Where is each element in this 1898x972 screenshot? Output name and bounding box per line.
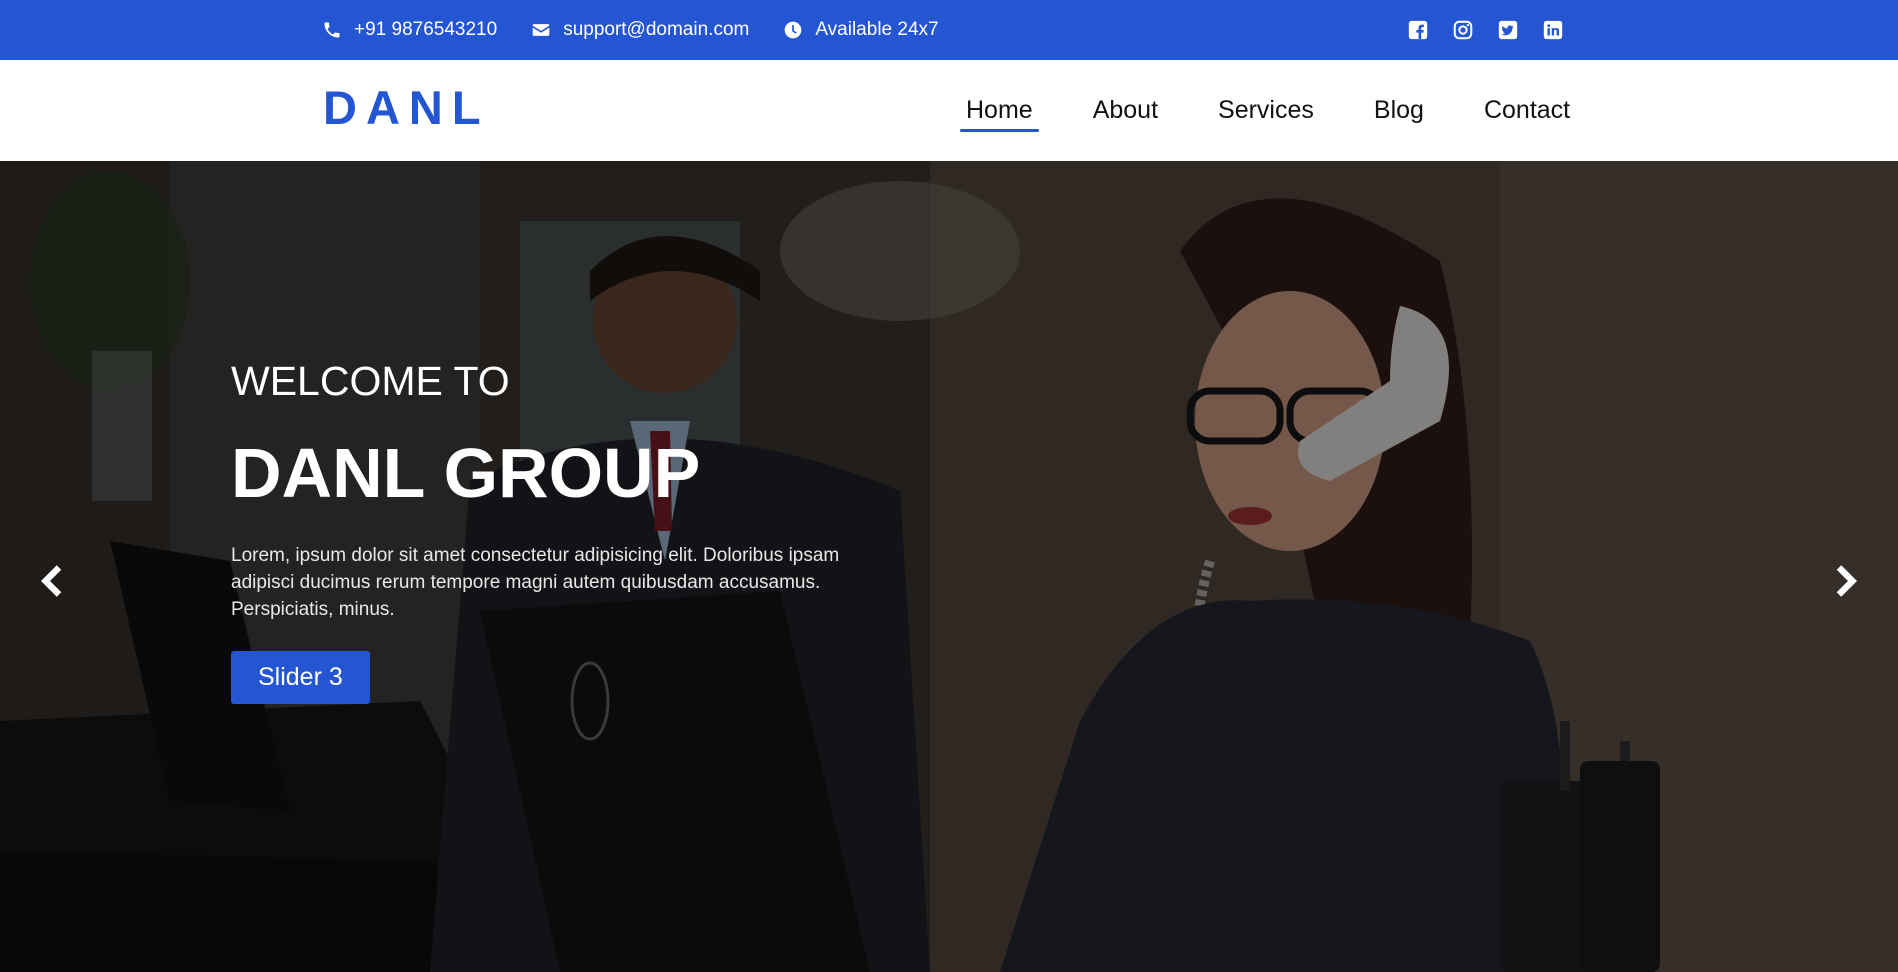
hero-content: WELCOME TO DANL GROUP Lorem, ipsum dolor… xyxy=(231,361,911,704)
hero-pretitle: WELCOME TO xyxy=(231,358,510,404)
facebook-icon[interactable] xyxy=(1406,18,1430,42)
next-slide-button[interactable] xyxy=(1828,561,1868,601)
instagram-icon[interactable] xyxy=(1451,18,1475,42)
contact-info: +91 9876543210 support@domain.com Availa… xyxy=(322,0,973,60)
phone-icon xyxy=(324,22,340,38)
envelope-icon xyxy=(532,24,550,36)
prev-slide-button[interactable] xyxy=(30,561,70,601)
chevron-right-icon xyxy=(1836,565,1857,597)
email-text: support@domain.com xyxy=(563,19,750,40)
phone-text: +91 9876543210 xyxy=(354,19,498,40)
nav-services[interactable]: Services xyxy=(1212,98,1320,123)
email-contact[interactable]: support@domain.com xyxy=(531,19,749,41)
hero-description: Lorem, ipsum dolor sit amet consectetur … xyxy=(231,545,840,620)
nav-contact[interactable]: Contact xyxy=(1478,98,1576,123)
linkedin-icon[interactable] xyxy=(1541,18,1565,42)
chevron-left-icon xyxy=(41,565,62,597)
phone-contact[interactable]: +91 9876543210 xyxy=(322,19,497,41)
top-contact-bar: +91 9876543210 support@domain.com Availa… xyxy=(0,0,1898,60)
slider-button[interactable]: Slider 3 xyxy=(231,651,370,704)
twitter-icon[interactable] xyxy=(1496,18,1520,42)
social-links xyxy=(1406,0,1586,60)
site-header: DANL Home About Services Blog Contact xyxy=(0,60,1898,161)
nav-blog[interactable]: Blog xyxy=(1368,98,1430,123)
hero-slider: WELCOME TO DANL GROUP Lorem, ipsum dolor… xyxy=(0,161,1898,972)
hours-text: Available 24x7 xyxy=(815,19,939,40)
nav-home[interactable]: Home xyxy=(960,98,1039,132)
nav-about[interactable]: About xyxy=(1087,98,1164,123)
clock-icon xyxy=(785,21,802,39)
main-nav: Home About Services Blog Contact xyxy=(960,60,1599,161)
hours-info: Available 24x7 xyxy=(783,19,939,41)
hero-title: DANL GROUP xyxy=(231,434,701,512)
site-logo[interactable]: DANL xyxy=(323,84,490,131)
